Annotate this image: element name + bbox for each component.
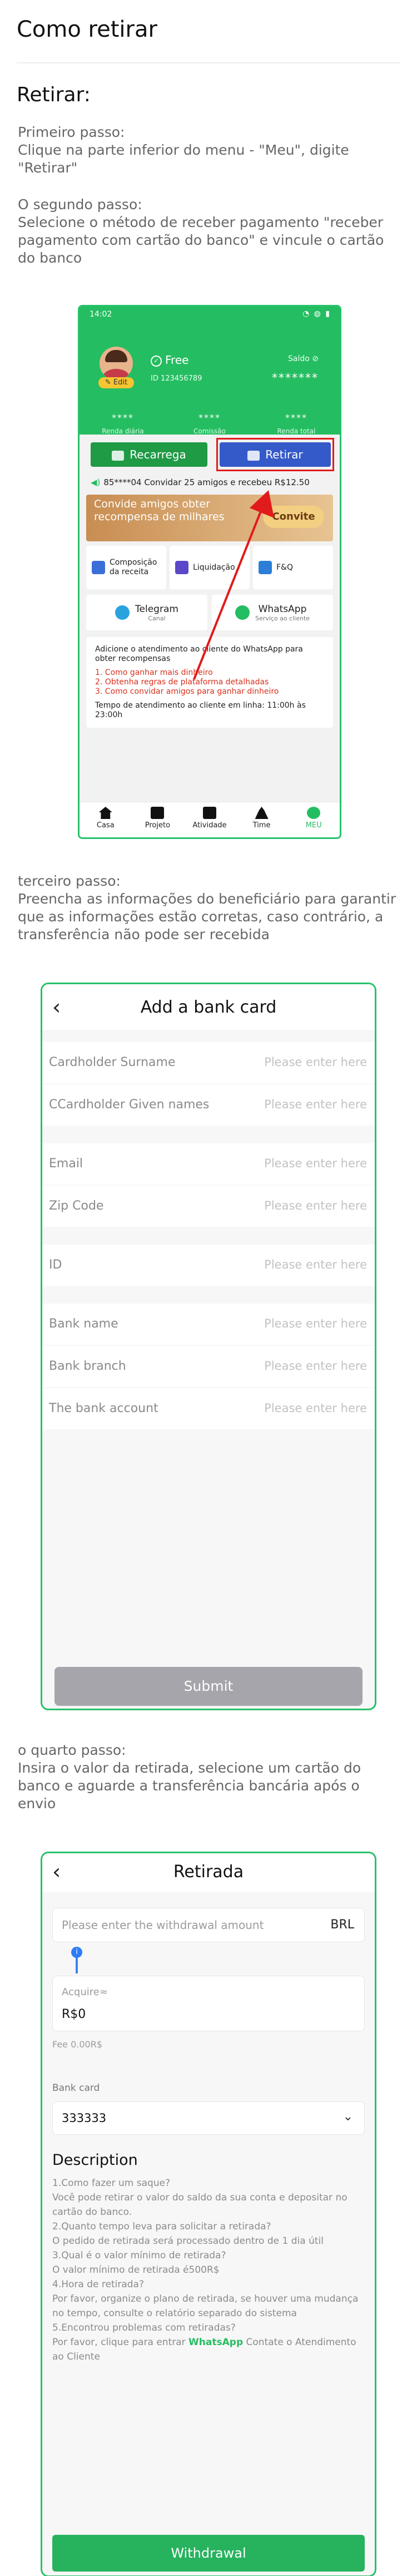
withdraw-header: ‹ Retirada — [42, 1853, 375, 1892]
field-label: CCardholder Given names — [49, 1098, 210, 1112]
description-body: 1.Como fazer um saque? Você pode retirar… — [52, 2176, 364, 2364]
description-line: Você pode retirar o valor do saldo da su… — [52, 2192, 348, 2218]
description-line: 3.Qual é o valor mínimo de retirada? — [52, 2250, 226, 2261]
receive-label: Acquire≈ — [62, 1986, 108, 1998]
whatsapp-link[interactable]: WhatsApp — [188, 2337, 243, 2348]
description-line: Por favor, organize o plano de retirada,… — [52, 2293, 359, 2319]
step2-text: O segundo passo: Selecione o método de r… — [18, 196, 384, 266]
field-label: Email — [49, 1157, 83, 1171]
field-bank-name[interactable]: Bank name Please enter here — [42, 1304, 375, 1345]
bank-card-select[interactable]: 333333 ⌄ — [52, 2101, 365, 2135]
step4-text: o quarto passo: Insira o valor da retira… — [18, 1742, 361, 1812]
field-bank-account[interactable]: The bank account Please enter here — [42, 1388, 375, 1429]
add-bank-card-screenshot: ‹ Add a bank card Cardholder Surname Plea… — [41, 983, 376, 1710]
description-line: 1.Como fazer um saque? — [52, 2178, 171, 2189]
field-placeholder: Please enter here — [264, 1199, 367, 1212]
field-label: Bank name — [49, 1317, 118, 1331]
description-line: O valor mínimo de retirada é500R$ — [52, 2264, 220, 2276]
receive-value: R$0 — [62, 2007, 86, 2021]
step3-text: terceiro passo: Preencha as informações … — [18, 873, 396, 942]
description-heading: Description — [52, 2151, 138, 2169]
field-placeholder: Please enter here — [264, 1055, 367, 1069]
title-divider — [17, 62, 400, 63]
info-icon[interactable]: i — [71, 1947, 82, 1958]
field-placeholder: Please enter here — [264, 1258, 367, 1271]
profile-screenshot: 14:02 ◔ ◍ ▮ ✎ Edit ✓ Free ID 123456789 Sa… — [78, 305, 341, 839]
screen-title: Retirada — [173, 1862, 244, 1882]
withdrawal-button[interactable]: Withdrawal — [52, 2535, 365, 2572]
fee-text: Fee 0.00R$ — [52, 2039, 103, 2050]
description-line: 4.Hora de retirada? — [52, 2279, 144, 2290]
field-label: ID — [49, 1258, 62, 1272]
field-placeholder: Please enter here — [264, 1401, 367, 1415]
field-email[interactable]: Email Please enter here — [42, 1143, 375, 1185]
description-text: Por favor, clique para entrar — [52, 2337, 189, 2348]
withdraw-amount-input[interactable]: Please enter the withdrawal amount BRL — [52, 1908, 365, 1942]
step1-text: Primeiro passo: Clique na parte inferior… — [18, 124, 349, 176]
field-id[interactable]: ID Please enter here — [42, 1245, 375, 1286]
field-placeholder: Please enter here — [264, 1098, 367, 1111]
field-label: Cardholder Surname — [49, 1055, 176, 1069]
amount-placeholder: Please enter the withdrawal amount — [62, 1918, 264, 1932]
add-bank-card-header: ‹ Add a bank card — [42, 984, 375, 1031]
field-bank-branch[interactable]: Bank branch Please enter here — [42, 1346, 375, 1387]
description-line: 2.Quanto tempo leva para solicitar a ret… — [52, 2221, 271, 2232]
withdraw-screenshot: ‹ Retirada Please enter the withdrawal a… — [41, 1852, 376, 2576]
screen-title: Add a bank card — [140, 998, 277, 1017]
receive-amount-box: Acquire≈ R$0 — [52, 1976, 365, 2031]
currency-label: BRL — [330, 1918, 354, 1932]
field-given-names[interactable]: CCardholder Given names Please enter here — [42, 1084, 375, 1126]
field-placeholder: Please enter here — [264, 1317, 367, 1330]
chevron-down-icon: ⌄ — [342, 2110, 353, 2124]
field-placeholder: Please enter here — [264, 1359, 367, 1373]
page-title: Como retirar — [17, 17, 157, 42]
bank-card-label: Bank card — [52, 2082, 100, 2094]
description-line: 5.Encontrou problemas com retiradas? — [52, 2322, 236, 2333]
field-label: Zip Code — [49, 1199, 104, 1213]
description-line: Por favor, clique para entrar WhatsApp C… — [52, 2335, 364, 2364]
bank-card-value: 333333 — [62, 2111, 107, 2125]
submit-button[interactable]: Submit — [54, 1667, 363, 1706]
field-label: Bank branch — [49, 1359, 126, 1373]
field-placeholder: Please enter here — [264, 1157, 367, 1170]
field-zip[interactable]: Zip Code Please enter here — [42, 1186, 375, 1227]
field-label: The bank account — [49, 1401, 158, 1415]
description-line: O pedido de retirada será processado den… — [52, 2236, 324, 2247]
red-arrow-icon — [193, 490, 274, 680]
field-surname[interactable]: Cardholder Surname Please enter here — [42, 1042, 375, 1083]
section-heading: Retirar: — [17, 83, 91, 106]
